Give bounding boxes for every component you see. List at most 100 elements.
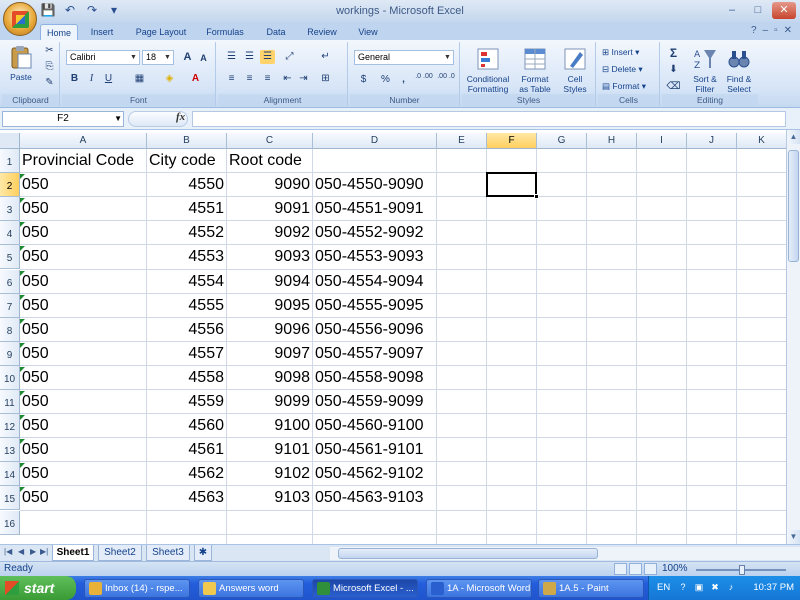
sheet-tab-sheet2[interactable]: Sheet2 (98, 545, 142, 561)
format-as-table-button[interactable]: Format as Table (514, 46, 556, 94)
column-header-d[interactable]: D (313, 133, 437, 149)
cell-c1[interactable]: Root code (229, 149, 310, 173)
autosum-icon[interactable]: Σ (666, 46, 681, 60)
cell-d13[interactable]: 050-4561-9101 (315, 438, 434, 462)
decrease-decimal-button[interactable]: .00 .0 (436, 73, 456, 87)
merge-center-icon[interactable]: ⊞ (318, 72, 333, 86)
scroll-up-icon[interactable]: ▲ (787, 130, 800, 144)
cell-a6[interactable]: 050 (22, 270, 144, 294)
cell-b11[interactable]: 4559 (149, 390, 224, 414)
tab-data[interactable]: Data (256, 24, 296, 40)
cell-b2[interactable]: 4550 (149, 173, 224, 197)
cell-d12[interactable]: 050-4560-9100 (315, 414, 434, 438)
cell-d7[interactable]: 050-4555-9095 (315, 294, 434, 318)
vertical-scroll-thumb[interactable] (788, 150, 799, 262)
wrap-text-icon[interactable]: ↵ (318, 50, 333, 64)
cell-c4[interactable]: 9092 (229, 221, 310, 245)
row-header-5[interactable]: 5 (0, 245, 20, 270)
paste-button[interactable]: Paste (4, 44, 38, 82)
cell-b12[interactable]: 4560 (149, 414, 224, 438)
font-color-icon[interactable]: A (188, 72, 203, 86)
increase-indent-icon[interactable]: ⇥ (296, 72, 311, 86)
zoom-slider-thumb[interactable] (739, 565, 745, 575)
fill-color-icon[interactable]: ◈ (162, 72, 177, 86)
cell-b8[interactable]: 4556 (149, 318, 224, 342)
cell-d11[interactable]: 050-4559-9099 (315, 390, 434, 414)
cell-a14[interactable]: 050 (22, 462, 144, 486)
align-middle-icon[interactable]: ☰ (242, 50, 257, 64)
cell-a15[interactable]: 050 (22, 486, 144, 510)
fill-icon[interactable]: ⬇ (666, 63, 681, 77)
cell-styles-button[interactable]: Cell Styles (556, 46, 594, 94)
cell-b4[interactable]: 4552 (149, 221, 224, 245)
cell-d8[interactable]: 050-4556-9096 (315, 318, 434, 342)
row-header-16[interactable]: 16 (0, 510, 20, 535)
cell-a9[interactable]: 050 (22, 342, 144, 366)
format-painter-icon[interactable]: ✎ (42, 76, 57, 90)
cell-c12[interactable]: 9100 (229, 414, 310, 438)
cell-c13[interactable]: 9101 (229, 438, 310, 462)
select-all-button[interactable] (0, 133, 20, 149)
first-sheet-icon[interactable]: |◀ (4, 547, 12, 556)
increase-decimal-button[interactable]: .0 .00 (414, 73, 434, 87)
row-header-2[interactable]: 2 (0, 173, 20, 198)
cell-c2[interactable]: 9090 (229, 173, 310, 197)
italic-button[interactable]: I (84, 72, 99, 86)
row-header-10[interactable]: 10 (0, 365, 20, 390)
delete-cells-button[interactable]: ⊟ Delete ▾ (602, 63, 643, 75)
close-workbook-button[interactable]: ✕ (784, 25, 792, 36)
column-header-h[interactable]: H (587, 133, 637, 149)
format-cells-button[interactable]: ▤ Format ▾ (602, 80, 646, 92)
row-header-14[interactable]: 14 (0, 462, 20, 487)
row-header-12[interactable]: 12 (0, 414, 20, 439)
grow-font-icon[interactable]: A (180, 50, 195, 64)
cell-d9[interactable]: 050-4557-9097 (315, 342, 434, 366)
cell-d4[interactable]: 050-4552-9092 (315, 221, 434, 245)
conditional-formatting-button[interactable]: Conditional Formatting (462, 46, 514, 94)
row-header-3[interactable]: 3 (0, 197, 20, 222)
cell-c11[interactable]: 9099 (229, 390, 310, 414)
vertical-scrollbar[interactable]: ▲ ▼ (786, 130, 800, 544)
cell-d3[interactable]: 050-4551-9091 (315, 197, 434, 221)
comma-format-button[interactable]: , (396, 73, 411, 87)
cell-a3[interactable]: 050 (22, 197, 144, 221)
bold-button[interactable]: B (67, 72, 82, 86)
spreadsheet-grid[interactable]: ABCDEFGHIJK 1 2 3 4 5 6 7 8 9 10 11 12 13 14 15 16 Prov… (0, 130, 786, 544)
row-header-15[interactable]: 15 (0, 486, 20, 511)
underline-button[interactable]: U (101, 72, 116, 86)
copy-icon[interactable]: ⎘ (42, 60, 57, 74)
office-button[interactable] (3, 2, 37, 36)
align-left-icon[interactable]: ≡ (224, 72, 239, 86)
cut-icon[interactable]: ✂ (42, 44, 57, 58)
zoom-level[interactable]: 100% (662, 563, 688, 574)
scroll-down-icon[interactable]: ▼ (787, 530, 800, 544)
clear-icon[interactable]: ⌫ (666, 80, 681, 94)
network-tray-icon[interactable]: ▣ (693, 581, 705, 593)
prev-sheet-icon[interactable]: ◀ (18, 547, 24, 556)
column-header-c[interactable]: C (227, 133, 313, 149)
cell-a1[interactable]: Provincial Code (22, 149, 144, 173)
cell-d15[interactable]: 050-4563-9103 (315, 486, 434, 510)
cell-c10[interactable]: 9098 (229, 366, 310, 390)
volume-tray-icon[interactable]: ♪ (725, 581, 737, 593)
insert-sheet-icon[interactable]: ✱ (194, 545, 212, 561)
currency-format-button[interactable]: $ (356, 73, 371, 87)
sort-filter-button[interactable]: AZ Sort & Filter (688, 46, 722, 94)
row-header-6[interactable]: 6 (0, 269, 20, 294)
align-bottom-icon[interactable]: ☰ (260, 50, 275, 64)
cell-c14[interactable]: 9102 (229, 462, 310, 486)
column-header-f[interactable]: F (487, 133, 537, 149)
normal-view-icon[interactable] (614, 563, 627, 575)
cell-d6[interactable]: 050-4554-9094 (315, 270, 434, 294)
cell-a2[interactable]: 050 (22, 173, 144, 197)
cell-c7[interactable]: 9095 (229, 294, 310, 318)
cell-a13[interactable]: 050 (22, 438, 144, 462)
start-button[interactable]: start (0, 576, 76, 600)
taskbar-item[interactable]: Microsoft Excel - ... (312, 579, 418, 598)
sheet-tab-sheet3[interactable]: Sheet3 (146, 545, 190, 561)
cell-d5[interactable]: 050-4553-9093 (315, 245, 434, 269)
cell-b7[interactable]: 4555 (149, 294, 224, 318)
taskbar-item[interactable]: 1A - Microsoft Word (426, 579, 532, 598)
column-header-g[interactable]: G (537, 133, 587, 149)
cell-a4[interactable]: 050 (22, 221, 144, 245)
